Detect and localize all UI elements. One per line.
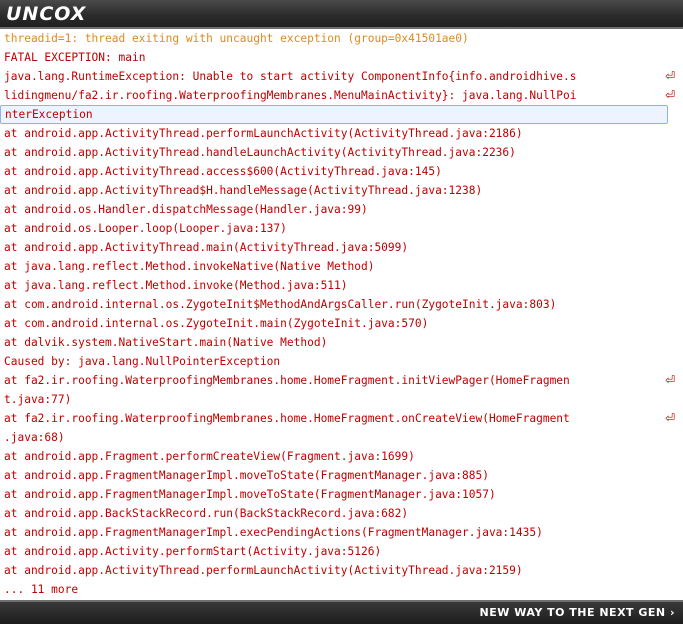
log-line-text: at android.app.FragmentManagerImpl.moveT… [4, 488, 496, 501]
log-line[interactable]: at android.os.Handler.dispatchMessage(Ha… [0, 200, 683, 219]
log-line[interactable]: at android.app.ActivityThread.handleLaun… [0, 143, 683, 162]
line-wrap-icon: ⏎ [664, 411, 675, 425]
log-line-text: at com.android.internal.os.ZygoteInit$Me… [4, 298, 557, 311]
uncox-logo: UNCOX [6, 3, 87, 25]
logcat-view[interactable]: threadid=1: thread exiting with uncaught… [0, 29, 683, 600]
log-line-text: at android.app.ActivityThread.handleLaun… [4, 146, 516, 159]
log-line[interactable]: at android.app.ActivityThread.performLau… [0, 124, 683, 143]
log-line[interactable]: at android.app.ActivityThread.main(Activ… [0, 238, 683, 257]
log-line[interactable]: at android.app.FragmentManagerImpl.moveT… [0, 466, 683, 485]
log-line-selected[interactable]: nterException [0, 105, 668, 124]
log-line[interactable]: at android.app.FragmentManagerImpl.moveT… [0, 485, 683, 504]
log-line[interactable]: .java:68) [0, 428, 683, 447]
log-line[interactable]: lidingmenu/fa2.ir.roofing.WaterproofingM… [0, 86, 683, 105]
log-line-text: FATAL EXCEPTION: main [4, 51, 146, 64]
log-line-text: at android.app.ActivityThread.performLau… [4, 127, 523, 140]
log-line-text: java.lang.RuntimeException: Unable to st… [4, 70, 577, 83]
log-line-text: ... 11 more [4, 583, 79, 596]
line-wrap-icon: ⏎ [664, 88, 675, 102]
log-line-text: at dalvik.system.NativeStart.main(Native… [4, 336, 328, 349]
log-line[interactable]: Caused by: java.lang.NullPointerExceptio… [0, 352, 683, 371]
log-line-text: at android.os.Handler.dispatchMessage(Ha… [4, 203, 368, 216]
log-line-text: at android.app.Fragment.performCreateVie… [4, 450, 415, 463]
line-wrap-icon: ⏎ [664, 373, 675, 387]
log-line[interactable]: at com.android.internal.os.ZygoteInit.ma… [0, 314, 683, 333]
log-line-text: lidingmenu/fa2.ir.roofing.WaterproofingM… [4, 89, 577, 102]
log-line-text: at android.app.FragmentManagerImpl.moveT… [4, 469, 489, 482]
log-line[interactable]: at dalvik.system.NativeStart.main(Native… [0, 333, 683, 352]
log-line-text: Caused by: java.lang.NullPointerExceptio… [4, 355, 281, 368]
log-line[interactable]: FATAL EXCEPTION: main [0, 48, 683, 67]
line-wrap-icon: ⏎ [664, 69, 675, 83]
log-line-text: threadid=1: thread exiting with uncaught… [4, 32, 469, 45]
footer-bar: NEW WAY TO THE NEXT GEN › [0, 600, 683, 624]
log-line[interactable]: at fa2.ir.roofing.WaterproofingMembranes… [0, 409, 683, 428]
log-line[interactable]: at java.lang.reflect.Method.invoke(Metho… [0, 276, 683, 295]
log-line[interactable]: at android.app.Fragment.performCreateVie… [0, 447, 683, 466]
log-line[interactable]: at android.app.ActivityThread.performLau… [0, 561, 683, 580]
log-line[interactable]: java.lang.RuntimeException: Unable to st… [0, 67, 683, 86]
log-line[interactable]: at android.app.Activity.performStart(Act… [0, 542, 683, 561]
log-line-text: at android.os.Looper.loop(Looper.java:13… [4, 222, 287, 235]
log-line[interactable]: threadid=1: thread exiting with uncaught… [0, 29, 683, 48]
log-line[interactable]: at java.lang.reflect.Method.invokeNative… [0, 257, 683, 276]
log-line-text: at android.app.Activity.performStart(Act… [4, 545, 382, 558]
log-line[interactable]: at android.app.ActivityThread.access$600… [0, 162, 683, 181]
log-line[interactable]: at android.app.FragmentManagerImpl.execP… [0, 523, 683, 542]
log-line-text: at android.app.ActivityThread.access$600… [4, 165, 442, 178]
log-line-text: at android.app.BackStackRecord.run(BackS… [4, 507, 409, 520]
log-line[interactable]: ... 11 more [0, 580, 683, 599]
log-line[interactable]: at android.app.ActivityThread$H.handleMe… [0, 181, 683, 200]
log-line-text: nterException [5, 108, 93, 121]
log-line[interactable]: at android.os.Looper.loop(Looper.java:13… [0, 219, 683, 238]
screen: UNCOX threadid=1: thread exiting with un… [0, 0, 683, 624]
log-line-text: at com.android.internal.os.ZygoteInit.ma… [4, 317, 429, 330]
footer-slogan[interactable]: NEW WAY TO THE NEXT GEN › [480, 604, 675, 622]
log-line[interactable]: t.java:77) [0, 390, 683, 409]
log-line-text: t.java:77) [4, 393, 72, 406]
log-line[interactable]: at android.app.BackStackRecord.run(BackS… [0, 504, 683, 523]
log-line-text: at android.app.ActivityThread.main(Activ… [4, 241, 409, 254]
header-bar: UNCOX [0, 0, 683, 29]
log-line-text: at android.app.ActivityThread$H.handleMe… [4, 184, 483, 197]
log-line-text: at fa2.ir.roofing.WaterproofingMembranes… [4, 412, 570, 425]
log-line-text: at java.lang.reflect.Method.invokeNative… [4, 260, 375, 273]
log-line-text: .java:68) [4, 431, 65, 444]
log-line-text: at java.lang.reflect.Method.invoke(Metho… [4, 279, 348, 292]
log-line-text: at android.app.FragmentManagerImpl.execP… [4, 526, 543, 539]
log-line-text: at fa2.ir.roofing.WaterproofingMembranes… [4, 374, 570, 387]
log-line[interactable]: at fa2.ir.roofing.WaterproofingMembranes… [0, 371, 683, 390]
log-line[interactable]: at com.android.internal.os.ZygoteInit$Me… [0, 295, 683, 314]
log-line-text: at android.app.ActivityThread.performLau… [4, 564, 523, 577]
